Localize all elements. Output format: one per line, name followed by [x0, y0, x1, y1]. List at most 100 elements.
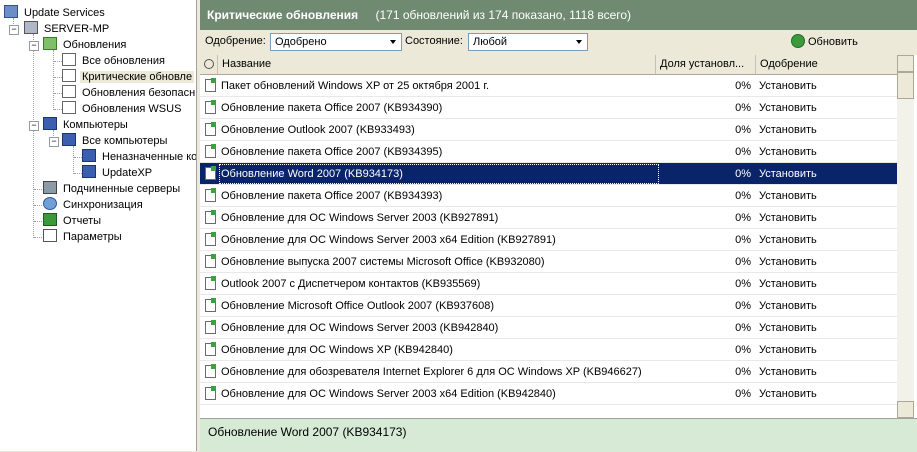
tree-computers[interactable]: Компьютеры — [43, 117, 130, 133]
install-percent: 0% — [735, 102, 751, 114]
tree-updatexp-group[interactable]: UpdateXP — [82, 165, 154, 181]
table-row[interactable]: Обновление Word 2007 (KB934173) 0% Установ… — [200, 163, 897, 185]
approval-status: Установить — [759, 278, 817, 290]
update-icon — [205, 232, 216, 246]
scroll-thumb[interactable] — [897, 72, 914, 99]
percent-column-header[interactable]: Доля установл... — [656, 55, 756, 74]
collapse-computers-toggle[interactable]: − — [29, 121, 39, 131]
approval-status: Установить — [759, 234, 817, 246]
install-percent: 0% — [735, 366, 751, 378]
install-percent: 0% — [735, 388, 751, 400]
update-name: Обновление Word 2007 (KB934173) — [219, 164, 659, 184]
table-row[interactable]: Обновление выпуска 2007 системы Microsof… — [200, 251, 897, 273]
tree-all-computers[interactable]: Все компьютеры — [62, 133, 169, 149]
update-icon — [205, 122, 216, 136]
view-title: Критические обновления — [207, 8, 359, 22]
tree-root[interactable]: Update Services — [4, 5, 107, 21]
approval-column-header[interactable]: Одобрение — [756, 55, 897, 74]
install-percent: 0% — [735, 278, 751, 290]
install-percent: 0% — [735, 234, 751, 246]
scroll-down-button[interactable] — [897, 401, 914, 418]
table-row[interactable]: Обновление для ОС Windows Server 2003 x6… — [200, 229, 897, 251]
approval-status: Установить — [759, 190, 817, 202]
table-row[interactable]: Обновление пакета Office 2007 (KB934390)… — [200, 97, 897, 119]
tree-wsus-updates[interactable]: Обновления WSUS — [62, 101, 183, 117]
chevron-down-icon[interactable] — [386, 35, 400, 49]
refresh-button[interactable]: Обновить — [791, 33, 858, 51]
update-icon — [205, 100, 216, 114]
tree-synchronization[interactable]: Синхронизация — [43, 197, 145, 213]
computers-icon — [62, 133, 76, 146]
updates-grid: Название Доля установл... Одобрение Паке… — [200, 55, 917, 418]
install-percent: 0% — [735, 212, 751, 224]
tree-updates[interactable]: Обновления — [43, 37, 128, 53]
update-list-icon — [62, 101, 76, 114]
update-list-icon — [62, 85, 76, 98]
computer-group-icon — [82, 149, 96, 162]
updates-folder-icon — [43, 37, 57, 50]
table-row[interactable]: Обновление для ОС Windows XP (KB942840) 0… — [200, 339, 897, 361]
update-name: Outlook 2007 с Диспетчером контактов (KB… — [221, 278, 481, 290]
update-list-icon — [62, 69, 76, 82]
update-icon — [205, 188, 216, 202]
collapse-updates-toggle[interactable]: − — [29, 41, 39, 51]
table-row[interactable]: Обновление для ОС Windows Server 2003 (K… — [200, 207, 897, 229]
install-percent: 0% — [735, 256, 751, 268]
table-row[interactable]: Обновление Microsoft Office Outlook 2007… — [200, 295, 897, 317]
status-filter-label: Состояние: — [405, 35, 463, 47]
table-row[interactable]: Обновление Outlook 2007 (KB933493) 0% Уста… — [200, 119, 897, 141]
update-name: Обновление Microsoft Office Outlook 2007… — [221, 300, 495, 312]
update-name: Пакет обновлений Windows XP от 25 октябр… — [221, 80, 490, 92]
table-row[interactable]: Обновление пакета Office 2007 (KB934395)… — [200, 141, 897, 163]
install-percent: 0% — [735, 80, 751, 92]
sync-icon — [43, 197, 57, 210]
view-header: Критические обновления (171 обновлений и… — [200, 0, 917, 30]
approval-filter-select[interactable]: Одобрено — [270, 33, 402, 51]
update-name: Обновление для ОС Windows XP (KB942840) — [221, 344, 453, 356]
status-filter-value: Любой — [473, 36, 508, 48]
status-filter-select[interactable]: Любой — [468, 33, 588, 51]
update-icon — [205, 320, 216, 334]
tree-options[interactable]: Параметры — [43, 229, 124, 245]
update-name: Обновление Outlook 2007 (KB933493) — [221, 124, 415, 136]
table-row[interactable]: Обновление для обозревателя Internet Exp… — [200, 361, 897, 383]
update-name: Обновление для ОС Windows Server 2003 x6… — [221, 388, 556, 400]
table-row[interactable]: Обновление для ОС Windows Server 2003 (K… — [200, 317, 897, 339]
refresh-icon — [791, 34, 805, 48]
tree-reports[interactable]: Отчеты — [43, 213, 103, 229]
table-row[interactable]: Outlook 2007 с Диспетчером контактов (KB… — [200, 273, 897, 295]
chevron-down-icon[interactable] — [572, 35, 586, 49]
approval-status: Установить — [759, 344, 817, 356]
table-row[interactable]: Обновление для ОС Windows Server 2003 x6… — [200, 383, 897, 405]
install-percent: 0% — [735, 344, 751, 356]
install-percent: 0% — [735, 300, 751, 312]
vertical-scrollbar[interactable] — [897, 55, 914, 418]
install-percent: 0% — [735, 190, 751, 202]
computers-icon — [43, 117, 57, 130]
tree-server[interactable]: SERVER-MP — [24, 21, 111, 37]
collapse-all-computers-toggle[interactable]: − — [49, 137, 59, 147]
scroll-up-button[interactable] — [897, 55, 914, 72]
tree-all-updates[interactable]: Все обновления — [62, 53, 167, 69]
approval-status: Установить — [759, 102, 817, 114]
approval-status: Установить — [759, 256, 817, 268]
tree-critical-updates[interactable]: Критические обновле — [62, 69, 195, 85]
computer-group-icon — [82, 165, 96, 178]
update-name: Обновление для ОС Windows Server 2003 (K… — [221, 322, 499, 334]
update-name: Обновление пакета Office 2007 (KB934395) — [221, 146, 443, 158]
info-column-header[interactable] — [200, 55, 218, 74]
table-row[interactable]: Пакет обновлений Windows XP от 25 октябр… — [200, 75, 897, 97]
update-name: Обновление для обозревателя Internet Exp… — [221, 366, 642, 378]
install-percent: 0% — [735, 322, 751, 334]
update-icon — [205, 166, 216, 180]
update-icon — [205, 342, 216, 356]
install-percent: 0% — [735, 168, 751, 180]
tree-downstream-servers[interactable]: Подчиненные серверы — [43, 181, 182, 197]
table-row[interactable]: Обновление пакета Office 2007 (KB934393)… — [200, 185, 897, 207]
tree-unassigned-computers[interactable]: Неназначенные ко — [82, 149, 196, 165]
collapse-server-toggle[interactable]: − — [9, 25, 19, 35]
update-name: Обновление выпуска 2007 системы Microsof… — [221, 256, 545, 268]
tree-security-updates[interactable]: Обновления безопасн — [62, 85, 196, 101]
name-column-header[interactable]: Название — [218, 55, 656, 74]
server-icon — [24, 21, 38, 34]
